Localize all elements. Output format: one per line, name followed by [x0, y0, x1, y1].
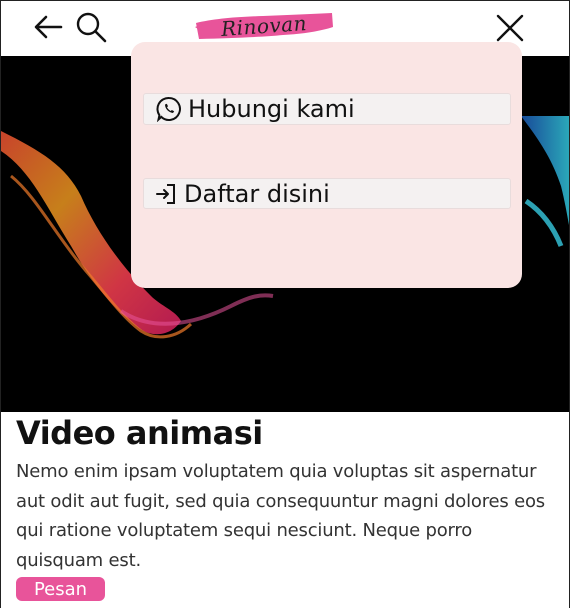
login-icon: [156, 183, 175, 204]
search-button[interactable]: [73, 9, 109, 45]
back-button[interactable]: [31, 11, 65, 43]
article-title: Video animasi: [16, 414, 263, 452]
search-icon: [76, 12, 107, 43]
whatsapp-icon: [156, 96, 181, 122]
menu-item-label: Daftar disini: [184, 179, 330, 208]
arrow-left-icon: [34, 15, 63, 39]
order-button[interactable]: Pesan: [16, 577, 105, 601]
brand-logo[interactable]: Rinovan: [193, 9, 335, 43]
menu-item-register[interactable]: Daftar disini: [143, 178, 511, 209]
article-body: Nemo enim ipsam voluptatem quia voluptas…: [16, 461, 545, 571]
menu-item-label: Hubungi kami: [188, 95, 355, 123]
menu-item-contact[interactable]: Hubungi kami: [143, 93, 511, 125]
article-section: Video animasi Nemo enim ipsam voluptatem…: [0, 412, 570, 608]
dropdown-menu: Hubungi kami Daftar disini: [131, 42, 522, 288]
close-icon: [496, 14, 524, 42]
